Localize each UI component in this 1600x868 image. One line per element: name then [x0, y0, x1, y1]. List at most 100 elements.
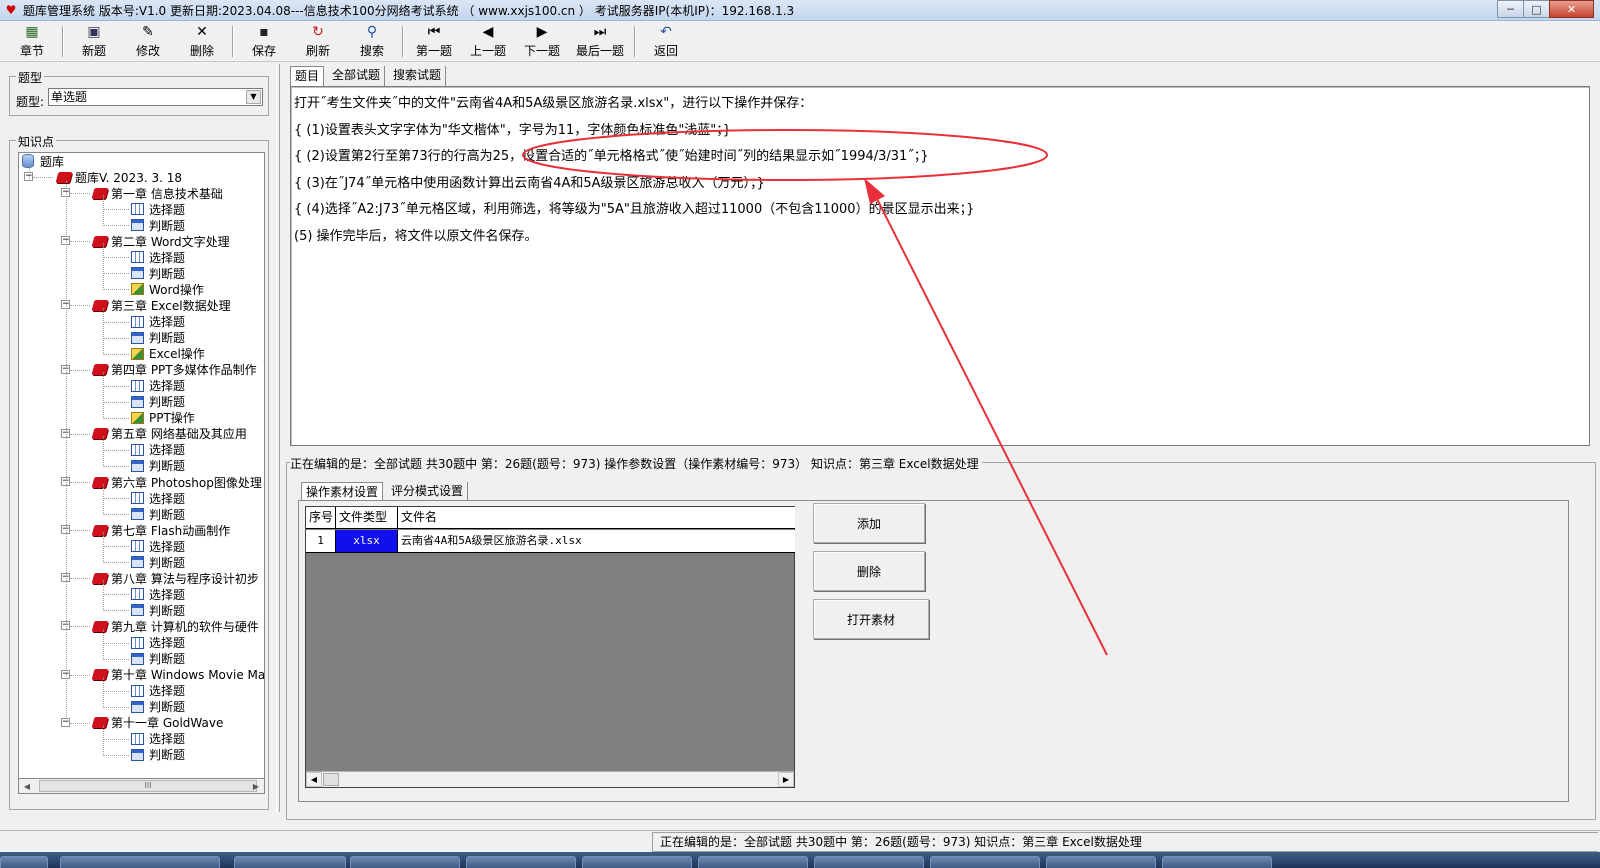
tree-chapter[interactable]: 第十章 Windows Movie Make	[91, 667, 264, 683]
close-button[interactable]: ✕	[1549, 0, 1594, 18]
tree-line	[103, 754, 129, 756]
tree-leaf[interactable]: PPT操作	[131, 410, 195, 426]
tree-chapter[interactable]: 第六章 Photoshop图像处理	[91, 474, 262, 490]
delete-material-button[interactable]: 删除	[813, 551, 925, 591]
add-button[interactable]: 添加	[813, 503, 925, 543]
taskbar-item[interactable]	[582, 856, 692, 868]
tree-leaf[interactable]: 选择题	[131, 586, 185, 602]
tree-chapter[interactable]: 第八章 算法与程序设计初步	[91, 570, 259, 586]
table-row[interactable]: 1 xlsx 云南省4A和5A级景区旅游名录.xlsx	[306, 530, 795, 553]
tree-leaf[interactable]: 判断题	[131, 506, 185, 522]
column-header-no[interactable]: 序号	[306, 507, 336, 528]
next-question-button[interactable]: ▶ 下一题	[515, 22, 569, 61]
tree-leaf[interactable]: 选择题	[131, 731, 185, 747]
knowledge-tree[interactable]: 题库 − 题库V. 2023. 3. 18− 第一章 信息技术基础 选择题 判断题…	[18, 152, 265, 793]
tree-leaf[interactable]: 选择题	[131, 635, 185, 651]
taskbar-item[interactable]	[930, 856, 1040, 868]
tree-line	[103, 628, 104, 660]
question-text-area[interactable]: 打开˝考生文件夹˝中的文件"云南省4A和5A级景区旅游名录.xlsx"，进行以下…	[290, 86, 1590, 446]
maximize-button[interactable]: □	[1523, 0, 1550, 18]
tab-all-questions[interactable]: 全部试题	[328, 66, 386, 86]
cell-file-type[interactable]: xlsx	[336, 530, 398, 552]
edit-button[interactable]: ✎ 修改	[121, 22, 175, 61]
tree-leaf[interactable]: 选择题	[131, 378, 185, 394]
tab-search-questions[interactable]: 搜索试题	[389, 66, 447, 86]
tree-horizontal-scrollbar[interactable]: ◀ III ▶	[18, 778, 265, 794]
column-header-name[interactable]: 文件名	[398, 507, 795, 528]
tree-leaf[interactable]: 选择题	[131, 314, 185, 330]
tree-leaf[interactable]: 判断题	[131, 651, 185, 667]
scroll-left-icon[interactable]: ◀	[306, 772, 322, 787]
collapse-icon[interactable]: −	[61, 717, 70, 727]
tree-leaf[interactable]: 选择题	[131, 442, 185, 458]
taskbar-item[interactable]	[814, 856, 924, 868]
tree-leaf[interactable]: 选择题	[131, 201, 185, 217]
tree-leaf[interactable]: 判断题	[131, 554, 185, 570]
taskbar-item[interactable]	[350, 856, 460, 868]
tree-leaf[interactable]: Word操作	[131, 281, 204, 297]
chapter-button[interactable]: ▦ 章节	[5, 22, 59, 61]
tree-db-node[interactable]: 题库V. 2023. 3. 18	[55, 169, 182, 185]
panel-splitter[interactable]	[276, 64, 280, 812]
tree-chapter[interactable]: 第十一章 GoldWave	[91, 715, 223, 731]
material-grid[interactable]: 序号 文件类型 文件名 1 xlsx 云南省4A和5A级景区旅游名录.xlsx …	[305, 506, 795, 788]
book-icon	[91, 299, 109, 311]
tree-leaf[interactable]: 选择题	[131, 249, 185, 265]
taskbar-item[interactable]	[1046, 856, 1156, 868]
column-header-type[interactable]: 文件类型	[336, 507, 398, 528]
tree-leaf[interactable]: 选择题	[131, 683, 185, 699]
taskbar-item[interactable]	[466, 856, 576, 868]
tree-leaf[interactable]: 判断题	[131, 265, 185, 281]
tree-leaf[interactable]: 选择题	[131, 538, 185, 554]
tree-chapter[interactable]: 第五章 网络基础及其应用	[91, 426, 247, 442]
chevron-down-icon[interactable]: ▼	[246, 90, 261, 104]
minimize-button[interactable]: ─	[1497, 0, 1524, 18]
material-tabs: 操作素材设置 评分模式设置	[301, 482, 472, 501]
tree-chapter[interactable]: 第四章 PPT多媒体作品制作	[91, 362, 257, 378]
search-button[interactable]: ⚲ 搜索	[345, 22, 399, 61]
save-button[interactable]: ▪ 保存	[237, 22, 291, 61]
start-button[interactable]	[0, 856, 48, 868]
tree-leaf[interactable]: 判断题	[131, 458, 185, 474]
tree-leaf[interactable]: 判断题	[131, 699, 185, 715]
scroll-thumb[interactable]	[323, 773, 339, 786]
delete-button[interactable]: ✕ 删除	[175, 22, 229, 61]
cell-file-name[interactable]: 云南省4A和5A级景区旅游名录.xlsx	[398, 530, 795, 552]
tree-leaf[interactable]: 判断题	[131, 602, 185, 618]
scroll-right-icon[interactable]: ▶	[778, 772, 794, 787]
grid-horizontal-scrollbar[interactable]: ◀ ▶	[306, 771, 794, 787]
taskbar-item[interactable]	[60, 856, 220, 868]
tree-leaf[interactable]: 选择题	[131, 490, 185, 506]
open-material-button[interactable]: 打开素材	[813, 599, 929, 639]
last-question-button[interactable]: ⏭ 最后一题	[569, 22, 631, 61]
taskbar-item[interactable]	[698, 856, 808, 868]
first-question-button[interactable]: ⏮ 第一题	[407, 22, 461, 61]
scroll-thumb[interactable]: III	[39, 780, 257, 792]
tree-chapter[interactable]: 第二章 Word文字处理	[91, 233, 230, 249]
tree-chapter[interactable]: 第七章 Flash动画制作	[91, 522, 230, 538]
tree-leaf[interactable]: 判断题	[131, 747, 185, 763]
tab-scoring-settings[interactable]: 评分模式设置	[387, 482, 469, 501]
taskbar-item[interactable]	[234, 856, 346, 868]
taskbar-item[interactable]	[1162, 856, 1272, 868]
tree-leaf[interactable]: 判断题	[131, 217, 185, 233]
tree-chapter[interactable]: 第九章 计算机的软件与硬件	[91, 618, 259, 634]
prev-question-button[interactable]: ◀ 上一题	[461, 22, 515, 61]
new-question-button[interactable]: ▣ 新题	[67, 22, 121, 61]
tree-line	[103, 307, 104, 355]
tree-chapter[interactable]: 第三章 Excel数据处理	[91, 297, 231, 313]
tree-leaf[interactable]: 判断题	[131, 330, 185, 346]
tree-chapter[interactable]: 第一章 信息技术基础	[91, 185, 223, 201]
tree-leaf-label: 选择题	[149, 636, 186, 650]
type-select[interactable]: 单选题 ▼	[48, 88, 263, 106]
scroll-right-icon[interactable]: ▶	[248, 779, 264, 793]
scroll-left-icon[interactable]: ◀	[19, 779, 35, 793]
tree-chapter-label: 第三章 Excel数据处理	[111, 298, 231, 313]
tab-material-settings[interactable]: 操作素材设置	[301, 482, 384, 501]
tree-leaf[interactable]: Excel操作	[131, 346, 205, 362]
tree-leaf[interactable]: 判断题	[131, 394, 185, 410]
cell-no[interactable]: 1	[306, 530, 336, 552]
refresh-button[interactable]: ↻ 刷新	[291, 22, 345, 61]
tab-question[interactable]: 题目	[290, 66, 325, 86]
back-button[interactable]: ↶ 返回	[639, 22, 693, 61]
